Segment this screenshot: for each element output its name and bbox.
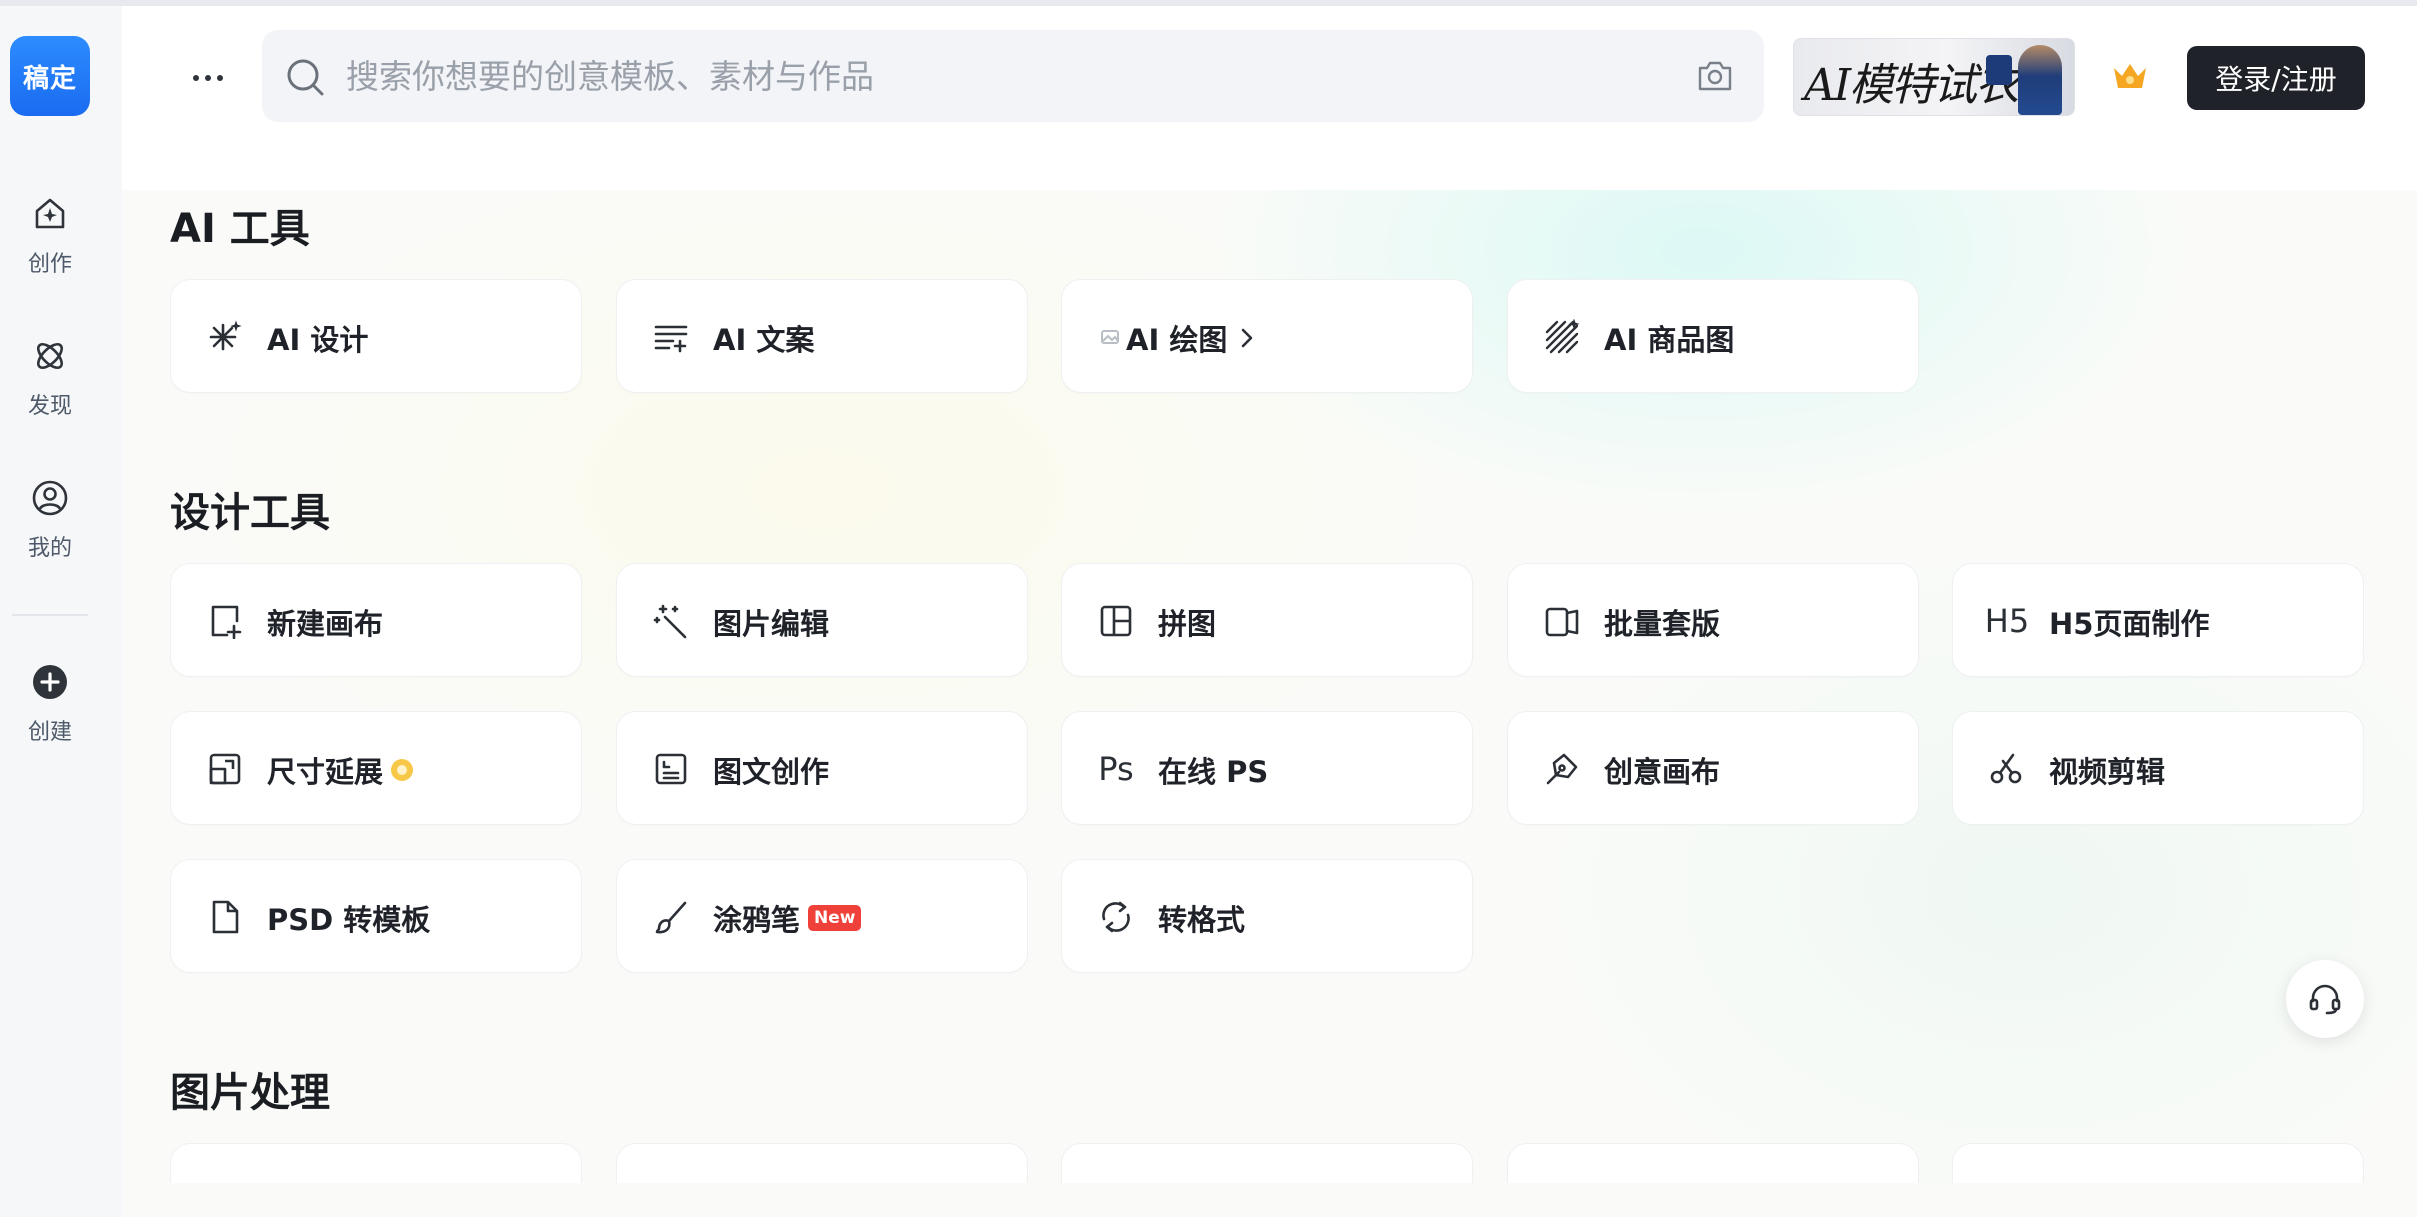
brand-logo[interactable]: 稿定 (10, 36, 90, 116)
tool-label: 图片编辑 (713, 607, 830, 641)
chevron-right-icon (1242, 328, 1253, 348)
tool-label: AI 文案 (713, 323, 815, 357)
text-lines-icon (651, 317, 691, 357)
tool-card-collage[interactable]: 拼图 (1061, 563, 1473, 677)
more-menu-button[interactable] (186, 56, 230, 100)
sidebar-item-new[interactable]: 创建 (0, 662, 100, 762)
collage-icon (1096, 601, 1136, 641)
hatch-sparkle-icon (1542, 317, 1582, 357)
ai-model-tryon-banner[interactable]: AI模特试衣 (1793, 38, 2075, 116)
magic-wand-icon (651, 601, 691, 641)
tool-label-with-badge: 涂鸦笔 New (713, 897, 862, 939)
pen-nib-icon (1542, 749, 1582, 789)
model-image (2018, 45, 2062, 115)
tool-card-image-edit[interactable]: 图片编辑 (616, 563, 1028, 677)
tool-label: 涂鸦笔 (713, 903, 801, 937)
sidebar-divider (12, 614, 88, 616)
tool-card-ai-drawing[interactable]: AI 绘图 (1061, 279, 1473, 393)
vip-badge-icon (391, 759, 414, 781)
tool-card-ai-product-image[interactable]: AI 商品图 (1507, 279, 1919, 393)
tool-card-creative-canvas[interactable]: 创意画布 (1507, 711, 1919, 825)
tool-label: 创意画布 (1604, 755, 1721, 789)
batch-icon (1542, 601, 1582, 641)
tool-card-new-canvas[interactable]: 新建画布 (170, 563, 582, 677)
tool-label: 新建画布 (267, 607, 384, 641)
login-register-button[interactable]: 登录/注册 (2187, 46, 2365, 110)
brush-icon (651, 897, 691, 937)
tool-label: 拼图 (1158, 607, 1217, 641)
sidebar-item-discover[interactable]: 发现 (0, 336, 100, 436)
sidebar-item-label: 创作 (27, 252, 72, 277)
sparkle-icon (205, 317, 245, 357)
search-icon[interactable] (284, 56, 326, 98)
section-title-design-tools: 设计工具 (170, 490, 330, 536)
tool-label-with-badge: 尺寸延展 (267, 749, 414, 791)
camera-search-icon[interactable] (1696, 58, 1734, 94)
orbit-discover-icon (36, 342, 64, 370)
section-title-image-processing: 图片处理 (170, 1070, 330, 1116)
sidebar-item-label: 我的 (27, 536, 72, 561)
tool-card-h5-page[interactable]: H5 H5页面制作 (1952, 563, 2364, 677)
tool-card-batch-template[interactable]: 批量套版 (1507, 563, 1919, 677)
headset-icon (2309, 984, 2341, 1015)
tool-card-psd-to-template[interactable]: PSD 转模板 (170, 859, 582, 973)
file-icon (205, 897, 245, 937)
tool-card-ai-copywriting[interactable]: AI 文案 (616, 279, 1028, 393)
more-dots-icon (193, 75, 223, 81)
user-icon (32, 480, 68, 516)
sidebar: 稿定 创作 发现 我的 创建 (0, 6, 122, 1217)
plus-circle-icon (33, 665, 67, 699)
tshirt-icon (1986, 55, 2012, 85)
sidebar-item-label: 发现 (27, 394, 72, 419)
tool-label: H5页面制作 (2049, 607, 2210, 641)
tool-card-convert-format[interactable]: 转格式 (1061, 859, 1473, 973)
tool-label: 转格式 (1158, 903, 1246, 937)
sidebar-item-mine[interactable]: 我的 (0, 478, 100, 578)
tool-label: AI 商品图 (1604, 323, 1735, 357)
tool-card-video-edit[interactable]: 视频剪辑 (1952, 711, 2364, 825)
tool-card-ai-design[interactable]: AI 设计 (170, 279, 582, 393)
convert-icon (1096, 897, 1136, 937)
article-icon (651, 749, 691, 789)
tool-label: AI 绘图 (1126, 323, 1228, 357)
tool-label: 视频剪辑 (2049, 755, 2166, 789)
ps-icon: Ps (1098, 750, 1134, 788)
scissors-icon (1987, 749, 2027, 789)
tool-card-doodle-pen[interactable]: 涂鸦笔 New (616, 859, 1028, 973)
vip-crown-icon[interactable] (2110, 58, 2150, 94)
search-input[interactable] (346, 50, 1646, 102)
tool-label: PSD 转模板 (267, 903, 431, 937)
section-title-ai-tools: AI 工具 (170, 206, 310, 252)
tool-label: 图文创作 (713, 755, 830, 789)
top-border (0, 0, 2417, 6)
new-canvas-icon (205, 601, 245, 641)
customer-service-button[interactable] (2286, 960, 2364, 1038)
tool-card-article-creation[interactable]: 图文创作 (616, 711, 1028, 825)
tool-label: 批量套版 (1604, 607, 1721, 641)
viewport-bottom-edge (122, 1183, 2417, 1217)
sidebar-item-create[interactable]: 创作 (0, 194, 100, 294)
tool-label: 尺寸延展 (267, 755, 384, 789)
sidebar-item-label: 创建 (27, 720, 72, 745)
resize-icon (205, 749, 245, 789)
tool-card-resize[interactable]: 尺寸延展 (170, 711, 582, 825)
tool-label: AI 设计 (267, 323, 369, 357)
tool-card-online-ps[interactable]: Ps 在线 PS (1061, 711, 1473, 825)
search-bar (262, 30, 1764, 122)
home-create-icon (35, 198, 65, 229)
new-badge: New (808, 905, 862, 931)
h5-icon: H5 (1984, 602, 2030, 640)
tool-label-with-chevron: AI 绘图 (1126, 317, 1257, 359)
tool-label: 在线 PS (1158, 755, 1269, 789)
